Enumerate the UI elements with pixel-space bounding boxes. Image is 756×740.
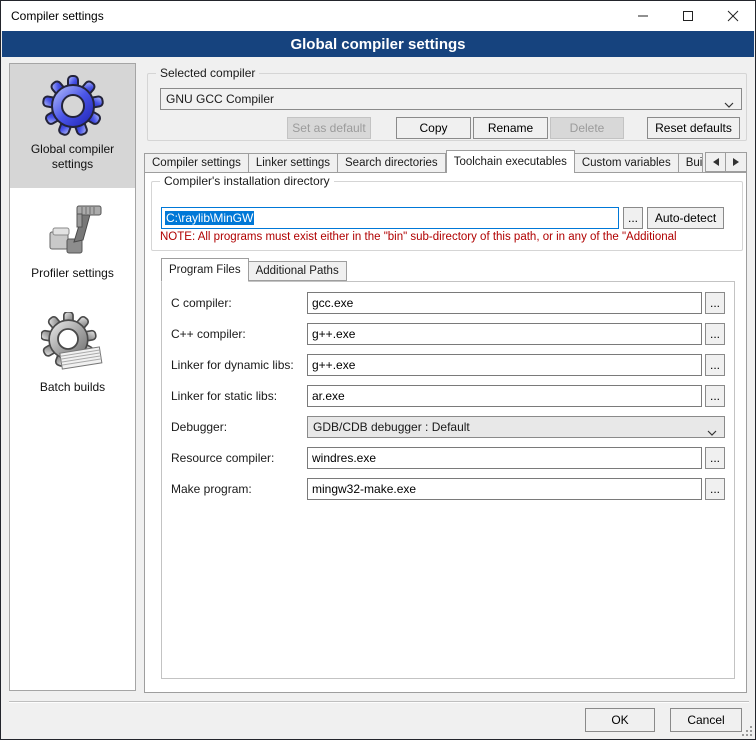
resource-compiler-browse-button[interactable]: ... bbox=[705, 447, 725, 469]
c-compiler-label: C compiler: bbox=[171, 296, 307, 310]
sidebar-item-profiler-settings[interactable]: Profiler settings bbox=[10, 188, 135, 302]
resource-compiler-input[interactable] bbox=[307, 447, 702, 469]
compiler-settings-tabbar: Compiler settings Linker settings Search… bbox=[144, 151, 749, 173]
install-dir-note: NOTE: All programs must exist either in … bbox=[160, 231, 740, 243]
right-arrow-icon bbox=[733, 155, 739, 169]
linker-static-label: Linker for static libs: bbox=[171, 389, 307, 403]
subtab-program-files[interactable]: Program Files bbox=[161, 258, 249, 282]
close-icon bbox=[727, 10, 739, 22]
chevron-down-icon bbox=[707, 425, 717, 439]
form-row-debugger: Debugger: GDB/CDB debugger : Default bbox=[171, 416, 725, 438]
linker-dynamic-browse-button[interactable]: ... bbox=[705, 354, 725, 376]
page-title: Global compiler settings bbox=[2, 31, 754, 57]
compiler-settings-dialog: Compiler settings Global compiler settin… bbox=[0, 0, 756, 740]
c-compiler-input[interactable] bbox=[307, 292, 702, 314]
minimize-button[interactable] bbox=[620, 1, 665, 30]
install-dir-input[interactable]: C:\raylib\MinGW bbox=[161, 207, 619, 229]
delete-button[interactable]: Delete bbox=[550, 117, 624, 139]
compiler-select[interactable]: GNU GCC Compiler bbox=[160, 88, 742, 110]
tab-scroll-left-button[interactable] bbox=[705, 152, 726, 172]
maximize-icon bbox=[682, 10, 694, 22]
debugger-select-value: GDB/CDB debugger : Default bbox=[313, 420, 470, 434]
install-dir-selected-text: C:\raylib\MinGW bbox=[165, 211, 254, 225]
tab-compiler-settings[interactable]: Compiler settings bbox=[144, 153, 249, 173]
make-program-label: Make program: bbox=[171, 482, 307, 496]
c-compiler-browse-button[interactable]: ... bbox=[705, 292, 725, 314]
maximize-button[interactable] bbox=[665, 1, 710, 30]
copy-button[interactable]: Copy bbox=[396, 117, 471, 139]
resource-compiler-label: Resource compiler: bbox=[171, 451, 307, 465]
tab-search-directories[interactable]: Search directories bbox=[338, 153, 446, 173]
linker-static-browse-button[interactable]: ... bbox=[705, 385, 725, 407]
rename-button[interactable]: Rename bbox=[473, 117, 548, 139]
sidebar-item-global-compiler-settings[interactable]: Global compiler settings bbox=[10, 64, 135, 188]
tab-linker-settings[interactable]: Linker settings bbox=[249, 153, 338, 173]
program-files-panel: C compiler: ... C++ compiler: ... Linker… bbox=[161, 281, 735, 679]
debugger-select[interactable]: GDB/CDB debugger : Default bbox=[307, 416, 725, 438]
sidebar-item-batch-builds[interactable]: Batch builds bbox=[10, 302, 135, 416]
gear-stack-icon bbox=[41, 312, 105, 376]
sidebar-item-label: Profiler settings bbox=[10, 266, 135, 281]
compiler-select-value: GNU GCC Compiler bbox=[166, 92, 274, 106]
form-row-linker-dynamic: Linker for dynamic libs: ... bbox=[171, 354, 725, 376]
caliper-icon bbox=[41, 198, 105, 262]
tab-custom-variables[interactable]: Custom variables bbox=[575, 153, 679, 173]
auto-detect-button[interactable]: Auto-detect bbox=[647, 207, 724, 229]
tab-build-options[interactable]: Build bbox=[679, 153, 703, 173]
cpp-compiler-label: C++ compiler: bbox=[171, 327, 307, 341]
window-title: Compiler settings bbox=[1, 9, 104, 23]
form-row-linker-static: Linker for static libs: ... bbox=[171, 385, 725, 407]
cpp-compiler-browse-button[interactable]: ... bbox=[705, 323, 725, 345]
resize-grip[interactable] bbox=[740, 724, 752, 736]
cpp-compiler-input[interactable] bbox=[307, 323, 702, 345]
close-button[interactable] bbox=[710, 1, 755, 30]
selected-compiler-group: Selected compiler GNU GCC Compiler Set a… bbox=[147, 73, 747, 141]
tab-scroll-right-button[interactable] bbox=[726, 152, 747, 172]
debugger-label: Debugger: bbox=[171, 420, 307, 434]
form-row-resource-compiler: Resource compiler: ... bbox=[171, 447, 725, 469]
linker-static-input[interactable] bbox=[307, 385, 702, 407]
reset-defaults-button[interactable]: Reset defaults bbox=[647, 117, 740, 139]
settings-category-list: Global compiler settings Profiler settin… bbox=[9, 63, 136, 691]
install-dir-group-label: Compiler's installation directory bbox=[160, 174, 334, 188]
selected-compiler-group-label: Selected compiler bbox=[156, 66, 259, 80]
paths-tabbar: Program Files Additional Paths bbox=[161, 259, 347, 281]
minimize-icon bbox=[637, 10, 649, 21]
blue-gear-icon bbox=[41, 74, 105, 138]
linker-dynamic-input[interactable] bbox=[307, 354, 702, 376]
sidebar-item-label: Global compiler settings bbox=[10, 142, 135, 172]
form-row-c-compiler: C compiler: ... bbox=[171, 292, 725, 314]
set-as-default-button[interactable]: Set as default bbox=[287, 117, 371, 139]
ok-button[interactable]: OK bbox=[585, 708, 655, 732]
install-dir-browse-button[interactable]: ... bbox=[623, 207, 643, 229]
cancel-button[interactable]: Cancel bbox=[670, 708, 742, 732]
make-program-input[interactable] bbox=[307, 478, 702, 500]
chevron-down-icon bbox=[724, 97, 734, 111]
form-row-make-program: Make program: ... bbox=[171, 478, 725, 500]
form-row-cpp-compiler: C++ compiler: ... bbox=[171, 323, 725, 345]
tab-toolchain-executables[interactable]: Toolchain executables bbox=[446, 150, 575, 173]
sidebar-item-label: Batch builds bbox=[10, 380, 135, 395]
make-program-browse-button[interactable]: ... bbox=[705, 478, 725, 500]
left-arrow-icon bbox=[713, 155, 719, 169]
linker-dynamic-label: Linker for dynamic libs: bbox=[171, 358, 307, 372]
footer-divider bbox=[9, 701, 749, 703]
subtab-additional-paths[interactable]: Additional Paths bbox=[249, 261, 347, 281]
